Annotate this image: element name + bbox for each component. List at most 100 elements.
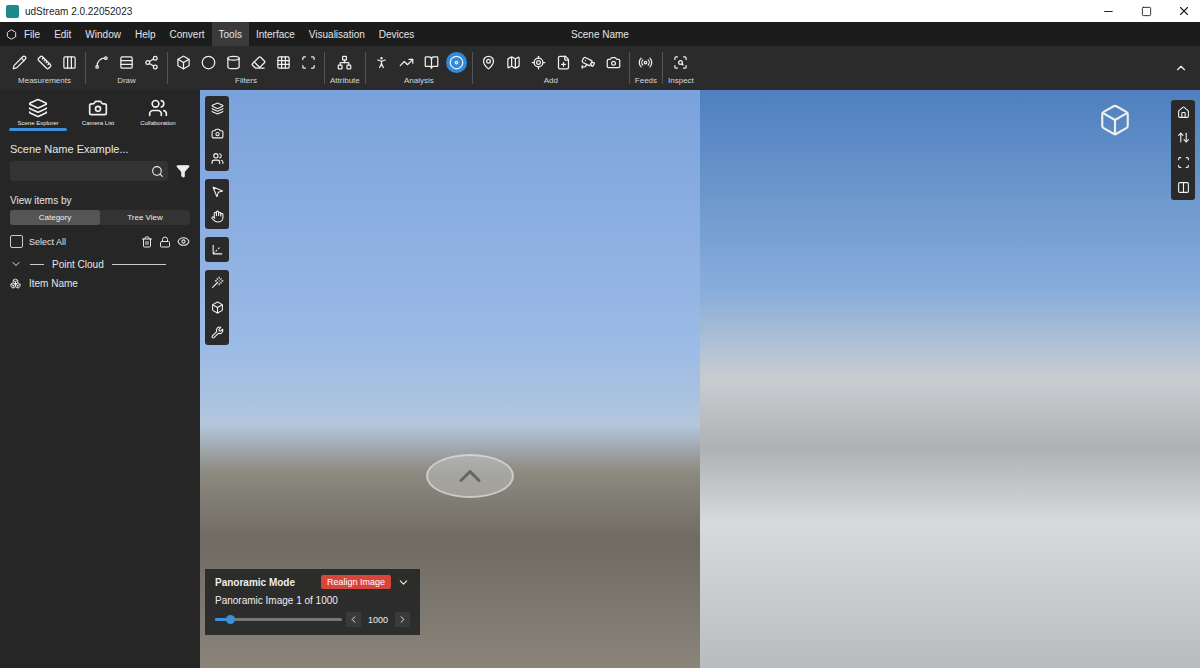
next-button[interactable] (395, 612, 410, 627)
point-cloud-view[interactable] (700, 90, 1200, 668)
ribbon-tool[interactable] (553, 52, 574, 73)
ribbon-tool[interactable] (478, 52, 499, 73)
panorama-view[interactable]: Panoramic ModeRealign ImagePanoramic Ima… (200, 90, 700, 668)
cylinder-filter-icon (226, 55, 241, 70)
users-button[interactable] (205, 146, 229, 171)
select-button[interactable] (205, 179, 229, 204)
pointer-icon (211, 185, 224, 198)
collapse-ribbon-button[interactable] (1174, 46, 1196, 90)
ribbon-tool[interactable] (223, 52, 244, 73)
menu-item[interactable]: Convert (163, 22, 212, 46)
home-button[interactable] (1171, 100, 1195, 125)
ribbon-group-label: Inspect (668, 76, 694, 85)
ribbon-group: Draw (86, 52, 168, 84)
arrow-up-icon (452, 458, 488, 494)
ribbon-tool[interactable] (141, 52, 162, 73)
ribbon-tool[interactable] (298, 52, 319, 73)
ribbon: MeasurementsDrawFiltersAttributeAnalysis… (0, 46, 1200, 90)
ribbon-tool[interactable] (503, 52, 524, 73)
box-button[interactable] (205, 295, 229, 320)
ribbon-tool[interactable] (446, 52, 467, 73)
menu-item[interactable]: Visualisation (302, 22, 372, 46)
ribbon-tool[interactable] (528, 52, 549, 73)
image-number[interactable]: 1000 (365, 615, 391, 625)
slider-knob[interactable] (226, 615, 235, 624)
sidebar: Scene ExplorerCamera ListCollaborationSc… (0, 90, 200, 668)
camera-button[interactable] (205, 121, 229, 146)
ribbon-tool[interactable] (34, 52, 55, 73)
wand-icon (211, 276, 224, 289)
menu-item[interactable]: Tools (212, 22, 249, 46)
hand-icon (211, 210, 224, 223)
collapse-icon[interactable] (397, 576, 410, 589)
filter-icon[interactable] (176, 164, 190, 178)
menu-item[interactable]: Window (78, 22, 128, 46)
search-field[interactable] (10, 161, 168, 181)
eye-icon[interactable] (177, 235, 190, 248)
close-button[interactable] (1168, 0, 1200, 22)
camera-icon (211, 127, 224, 140)
ribbon-tool[interactable] (173, 52, 194, 73)
minimize-button[interactable] (1092, 0, 1124, 22)
menu-item[interactable]: Edit (47, 22, 78, 46)
previous-button[interactable] (346, 612, 361, 627)
ruler-icon (37, 55, 52, 70)
ribbon-tool[interactable] (421, 52, 442, 73)
ribbon-group-label: Attribute (330, 76, 360, 85)
split-view-button[interactable] (1171, 175, 1195, 200)
magic-button[interactable] (205, 270, 229, 295)
ribbon-group: Attribute (325, 52, 366, 84)
view-option[interactable]: Category (10, 210, 100, 225)
menu-item[interactable]: File (17, 22, 47, 46)
layers-icon (211, 102, 224, 115)
ribbon-tool[interactable] (91, 52, 112, 73)
select-all-checkbox[interactable] (10, 235, 23, 248)
menu-item[interactable]: Interface (249, 22, 302, 46)
nav-cube-icon[interactable] (1090, 100, 1140, 140)
ribbon-tool[interactable] (59, 52, 80, 73)
move-forward-button[interactable] (426, 454, 514, 498)
person-icon (374, 55, 389, 70)
ribbon-tool[interactable] (248, 52, 269, 73)
tools-button[interactable] (205, 320, 229, 345)
axis-icon (211, 243, 224, 256)
ribbon-tool[interactable] (371, 52, 392, 73)
ribbon-tool[interactable] (334, 52, 355, 73)
maximize-button[interactable] (1130, 0, 1162, 22)
file-add-icon (556, 55, 571, 70)
ribbon-tool[interactable] (603, 52, 624, 73)
sidebar-tab[interactable]: Scene Explorer (8, 98, 68, 131)
image-slider[interactable] (215, 618, 342, 621)
ribbon-tool[interactable] (670, 52, 691, 73)
ribbon-tool[interactable] (635, 52, 656, 73)
layers-button[interactable] (205, 96, 229, 121)
menu-item[interactable]: Devices (372, 22, 422, 46)
panoramic-panel: Panoramic ModeRealign ImagePanoramic Ima… (205, 569, 420, 635)
split-view-icon (1177, 181, 1190, 194)
book-icon (424, 55, 439, 70)
chevron-down-icon[interactable] (10, 258, 22, 270)
elevation-button[interactable] (1171, 125, 1195, 150)
lock-icon[interactable] (159, 236, 171, 248)
view-option[interactable]: Tree View (100, 210, 190, 225)
sidebar-tab[interactable]: Collaboration (128, 98, 188, 131)
ribbon-tool[interactable] (396, 52, 417, 73)
pan-button[interactable] (205, 204, 229, 229)
trash-icon[interactable] (141, 236, 153, 248)
orthographic-button[interactable] (1171, 150, 1195, 175)
fence-icon (119, 55, 134, 70)
menu-item[interactable]: Help (128, 22, 163, 46)
ribbon-tool[interactable] (9, 52, 30, 73)
tree-item[interactable]: Item Name (0, 270, 200, 297)
ribbon-tool[interactable] (578, 52, 599, 73)
chevron-left-icon (348, 614, 359, 625)
grid-icon (276, 55, 291, 70)
gizmo-button[interactable] (205, 237, 229, 262)
realign-button[interactable]: Realign Image (321, 575, 391, 589)
sidebar-tab[interactable]: Camera List (68, 98, 128, 131)
ribbon-tool[interactable] (116, 52, 137, 73)
ribbon-tool[interactable] (198, 52, 219, 73)
ribbon-group: Add (473, 52, 630, 84)
chevron-up-icon (1174, 61, 1188, 75)
ribbon-tool[interactable] (273, 52, 294, 73)
